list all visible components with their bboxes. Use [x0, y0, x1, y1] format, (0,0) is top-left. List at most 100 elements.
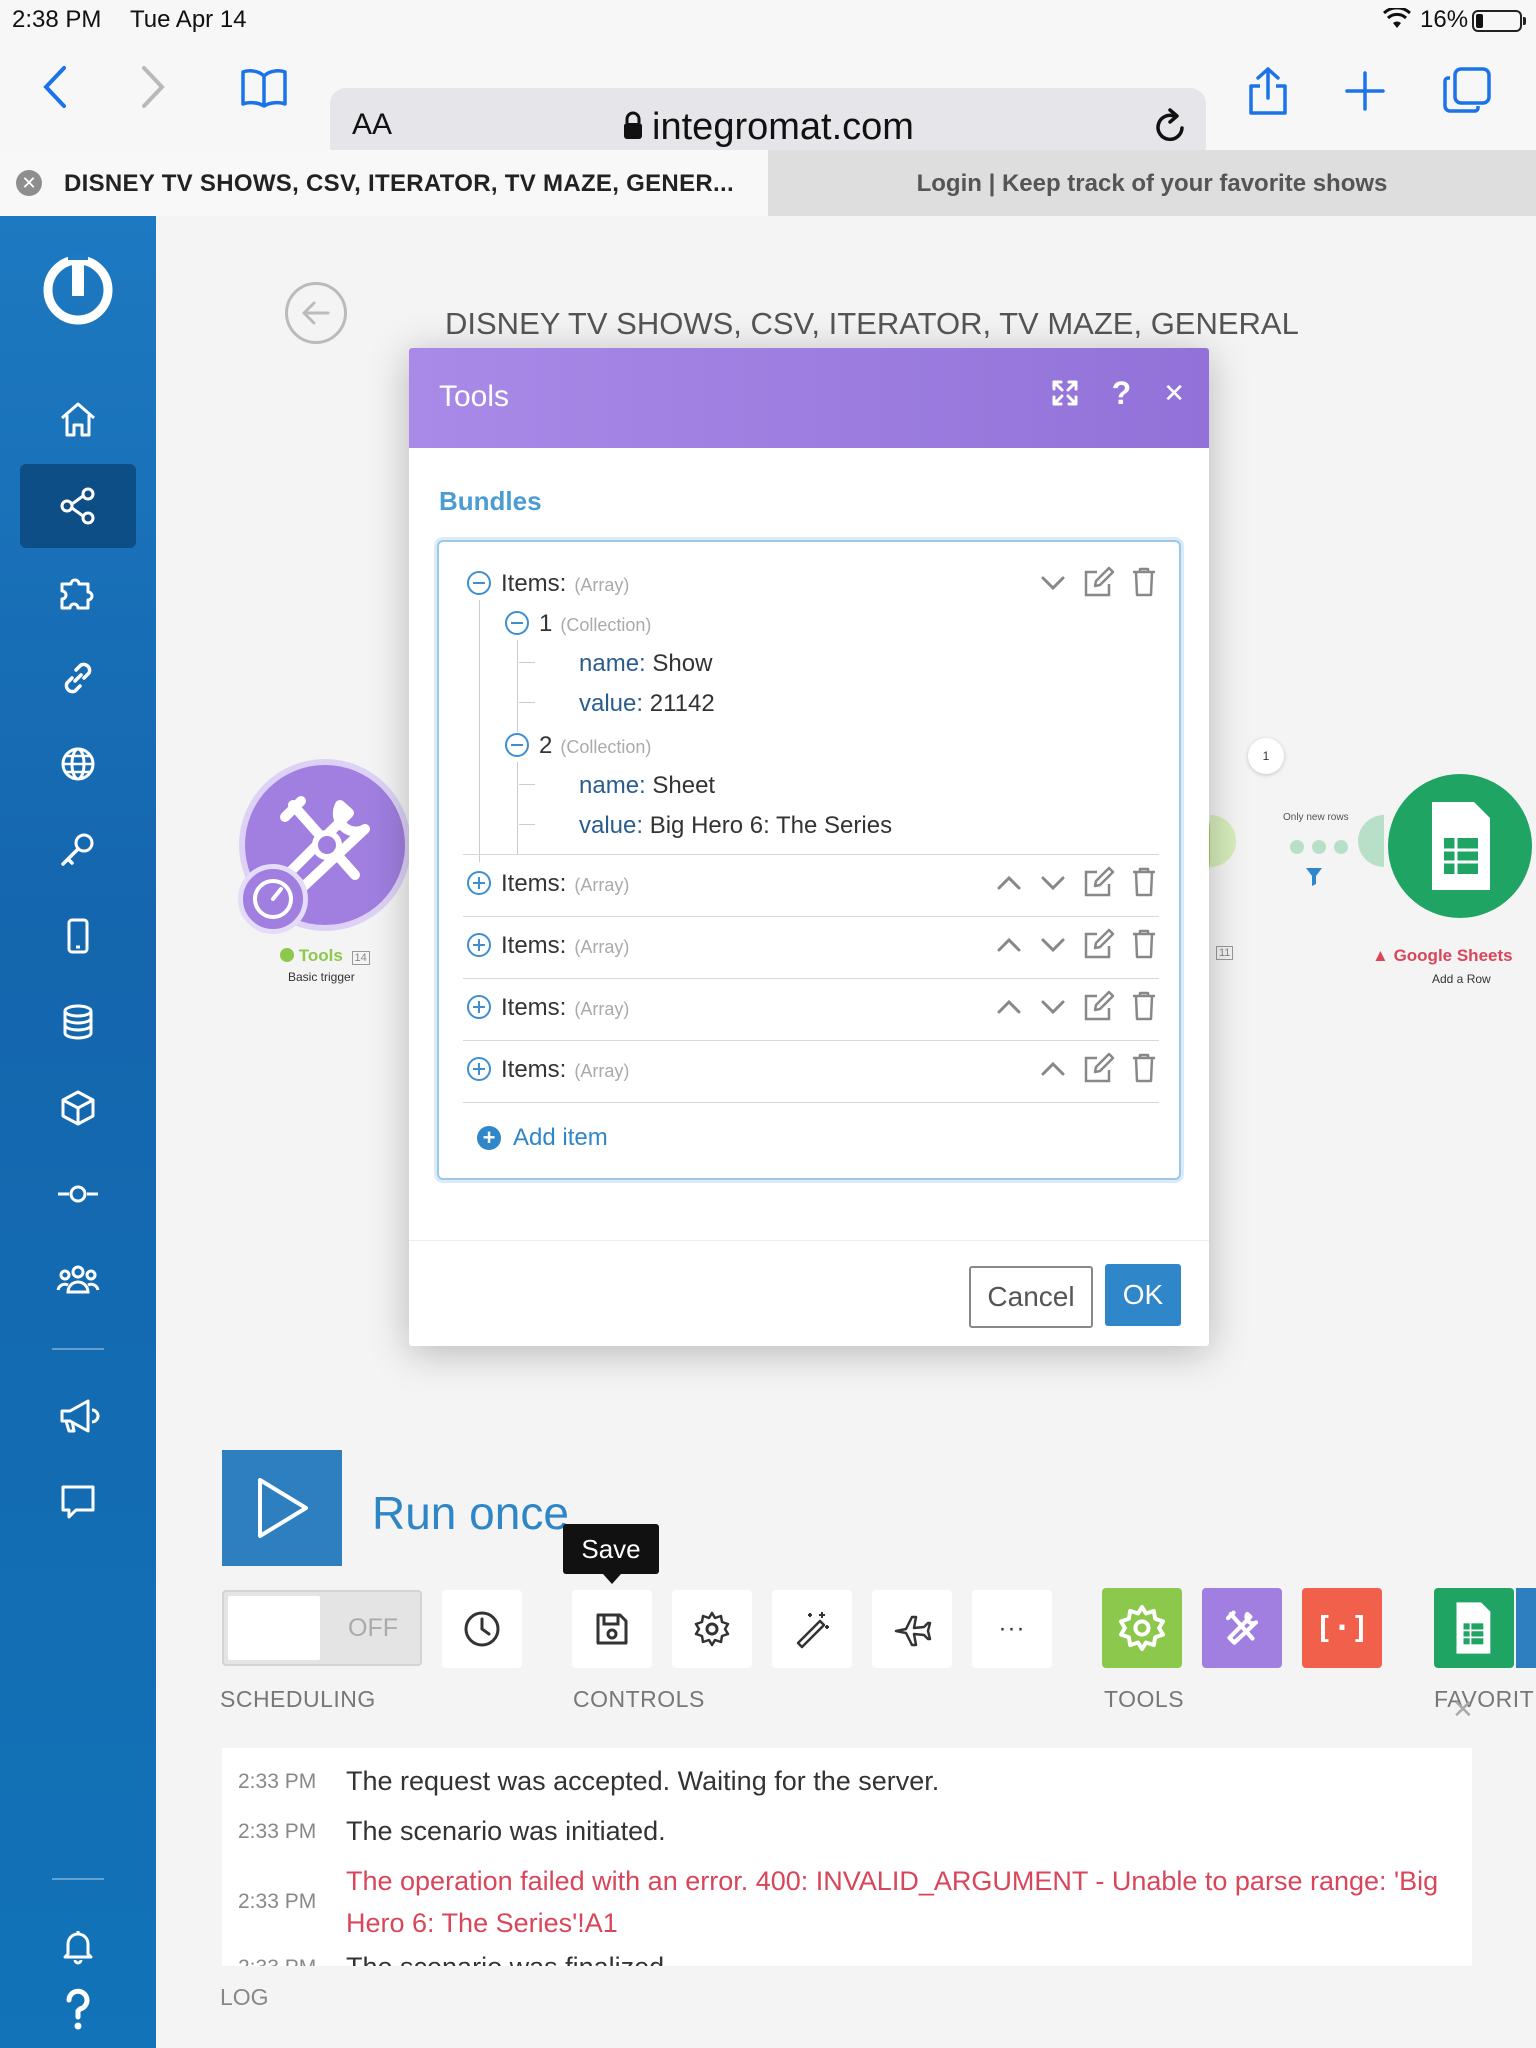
- sidebar-item-scenarios[interactable]: [20, 464, 136, 548]
- scenario-title[interactable]: DISNEY TV SHOWS, CSV, ITERATOR, TV MAZE,…: [445, 306, 1299, 342]
- gear-icon: [694, 1611, 730, 1647]
- tree-guide: [479, 600, 480, 862]
- scheduling-toggle[interactable]: OFF: [222, 1590, 422, 1666]
- expand-item-toggle[interactable]: [467, 870, 501, 898]
- log-time: 2:33 PM: [238, 1956, 316, 1966]
- back-arrow-icon[interactable]: [40, 64, 70, 115]
- tools-settings-tile[interactable]: [1102, 1588, 1182, 1668]
- trash-icon[interactable]: [1131, 567, 1157, 604]
- trash-icon[interactable]: [1131, 867, 1157, 904]
- clock-trigger-badge[interactable]: [238, 864, 308, 934]
- share-icon[interactable]: [1246, 66, 1290, 121]
- collapse-collection-toggle[interactable]: [505, 732, 539, 760]
- favorites-google-sheets-tile[interactable]: [1434, 1588, 1514, 1668]
- move-up-icon[interactable]: [995, 934, 1023, 962]
- json-brackets-icon: [·]: [1314, 1610, 1370, 1646]
- sidebar-item-keys[interactable]: [20, 808, 136, 892]
- tab-login[interactable]: Login | Keep track of your favorite show…: [768, 150, 1536, 216]
- sidebar-item-team[interactable]: [20, 1238, 136, 1322]
- close-favorites-icon[interactable]: ✕: [1452, 1694, 1474, 1725]
- check-circle-icon: [280, 948, 294, 962]
- help-icon[interactable]: ?: [1112, 377, 1132, 416]
- battery-icon: [1472, 10, 1526, 32]
- expand-icon[interactable]: [1050, 378, 1080, 416]
- sidebar-item-custom-apps[interactable]: [20, 1152, 136, 1236]
- run-once-button[interactable]: [222, 1450, 342, 1566]
- expand-item-toggle[interactable]: [467, 932, 501, 960]
- filter-icon[interactable]: [1304, 866, 1324, 893]
- forward-arrow-icon[interactable]: [138, 64, 168, 115]
- close-icon[interactable]: ✕: [1163, 378, 1185, 416]
- sidebar-item-help[interactable]: [20, 1986, 136, 2046]
- integromat-logo[interactable]: [40, 252, 116, 328]
- back-to-scenarios-button[interactable]: [285, 282, 347, 344]
- cancel-button[interactable]: Cancel: [969, 1266, 1093, 1328]
- sidebar-item-notifications[interactable]: [20, 1904, 136, 1988]
- reload-icon[interactable]: [1152, 106, 1188, 151]
- tools-json-tile[interactable]: [·]: [1302, 1588, 1382, 1668]
- tools-tools-tile[interactable]: [1202, 1588, 1282, 1668]
- trash-icon[interactable]: [1131, 991, 1157, 1028]
- auto-align-button[interactable]: [772, 1590, 852, 1668]
- sidebar-item-connections[interactable]: [20, 636, 136, 720]
- tab-scenario[interactable]: ✕ DISNEY TV SHOWS, CSV, ITERATOR, TV MAZ…: [0, 150, 768, 216]
- item-type: (Array): [574, 999, 630, 1019]
- close-tab-icon[interactable]: ✕: [16, 170, 42, 196]
- sidebar-item-feedback[interactable]: [20, 1460, 136, 1544]
- tools-section-label: TOOLS: [1104, 1686, 1185, 1712]
- edit-icon[interactable]: [1083, 566, 1115, 605]
- tabs-overview-icon[interactable]: [1442, 66, 1492, 119]
- settings-button[interactable]: [672, 1590, 752, 1668]
- favorites-next-tile-partial[interactable]: [1516, 1588, 1536, 1668]
- cube-icon: [61, 1090, 95, 1126]
- collapse-item-toggle[interactable]: [467, 570, 501, 598]
- edit-icon[interactable]: [1083, 990, 1115, 1029]
- connector-half: [1358, 815, 1384, 867]
- save-button[interactable]: [572, 1590, 652, 1668]
- sidebar-item-datastores[interactable]: [20, 980, 136, 1064]
- move-up-icon[interactable]: [995, 872, 1023, 900]
- home-icon: [61, 402, 95, 437]
- sidebar-item-templates[interactable]: [20, 550, 136, 634]
- scheduling-section-label: SCHEDULING: [220, 1686, 376, 1712]
- sidebar-item-devices[interactable]: [20, 894, 136, 978]
- bookmarks-icon[interactable]: [240, 68, 288, 113]
- move-up-icon[interactable]: [1039, 1058, 1067, 1086]
- new-tab-icon[interactable]: [1344, 70, 1386, 117]
- field-key: name:: [579, 772, 646, 799]
- move-down-icon[interactable]: [1039, 996, 1067, 1024]
- edit-icon[interactable]: [1083, 866, 1115, 905]
- sidebar-item-home[interactable]: [20, 378, 136, 462]
- save-tooltip: Save: [563, 1524, 659, 1584]
- run-once-label[interactable]: Run once: [372, 1486, 569, 1540]
- sidebar-item-webhooks[interactable]: [20, 722, 136, 806]
- ok-button[interactable]: OK: [1105, 1264, 1181, 1326]
- sidebar-item-data-structures[interactable]: [20, 1066, 136, 1150]
- explain-flow-button[interactable]: [872, 1590, 952, 1668]
- magic-wand-icon: [796, 1612, 829, 1649]
- edit-icon[interactable]: [1083, 928, 1115, 967]
- item-key: Items:: [501, 570, 567, 597]
- move-down-icon[interactable]: [1039, 934, 1067, 962]
- log-message: The request was accepted. Waiting for th…: [346, 1766, 940, 1796]
- node-icon: [58, 1185, 98, 1203]
- plus-circle-icon: [467, 933, 491, 957]
- trash-icon[interactable]: [1131, 929, 1157, 966]
- expand-item-toggle[interactable]: [467, 1056, 501, 1084]
- move-down-icon[interactable]: [1039, 872, 1067, 900]
- connector-half: [1210, 815, 1236, 867]
- tools-dialog: Tools ? ✕ Bundles Items: (Array) 1 (Coll…: [409, 348, 1209, 1346]
- schedule-button[interactable]: [442, 1590, 522, 1668]
- move-up-icon[interactable]: [995, 996, 1023, 1024]
- expand-item-toggle[interactable]: [467, 994, 501, 1022]
- trash-icon[interactable]: [1131, 1053, 1157, 1090]
- move-down-icon[interactable]: [1039, 572, 1067, 600]
- google-sheets-module[interactable]: [1388, 774, 1532, 918]
- collapse-collection-toggle[interactable]: [505, 610, 539, 638]
- bell-icon: [63, 1931, 93, 1965]
- add-item-button[interactable]: + Add item: [477, 1124, 608, 1152]
- sidebar-item-announcements[interactable]: [20, 1374, 136, 1458]
- more-button[interactable]: ···: [972, 1590, 1052, 1668]
- row-divider: [463, 854, 1159, 855]
- edit-icon[interactable]: [1083, 1052, 1115, 1091]
